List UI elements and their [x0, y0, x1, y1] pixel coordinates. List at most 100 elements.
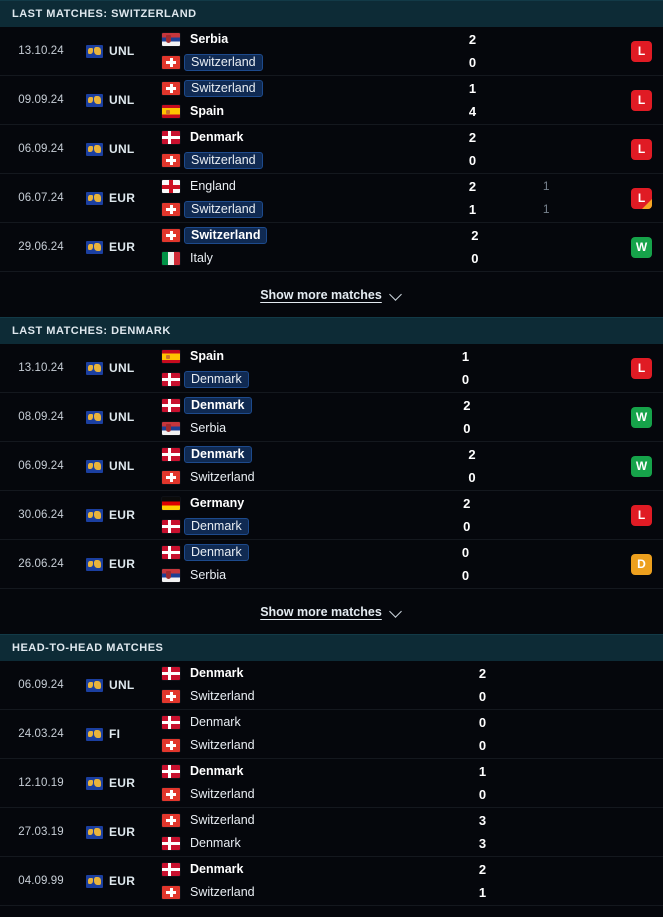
- competition[interactable]: EUR: [82, 508, 158, 522]
- flag-icon-denmark: [162, 373, 180, 386]
- team-name[interactable]: Denmark: [184, 544, 249, 561]
- team-name[interactable]: England: [184, 178, 243, 195]
- penalty-score-away: [543, 152, 583, 169]
- score-column: 20: [468, 446, 512, 486]
- teams: Denmark Switzerland: [158, 861, 321, 901]
- teams: Germany Denmark: [158, 495, 305, 535]
- match-row[interactable]: 08.09.24 UNL Denmark Serbia 2 0 W: [0, 393, 663, 442]
- flag-icon-switzerland: [162, 229, 180, 242]
- team-line-away: Switzerland: [162, 54, 311, 71]
- chevron-down-icon: [390, 605, 403, 618]
- match-row[interactable]: 30.06.24 EUR Germany Denmark 2 0 L: [0, 491, 663, 540]
- match-row[interactable]: 06.09.24 UNL Denmark Switzerland 2 0: [0, 661, 663, 710]
- flag-icon-denmark: [162, 667, 180, 680]
- result-column: W: [582, 455, 663, 477]
- competition[interactable]: UNL: [82, 459, 158, 473]
- competition[interactable]: UNL: [82, 142, 158, 156]
- match-row[interactable]: 13.10.24 UNL Spain Denmark 1 0 L: [0, 344, 663, 393]
- match-row[interactable]: 06.07.24 EUR England Switzerland 2 1 1 1 L: [0, 174, 663, 223]
- teams: Switzerland Denmark: [158, 812, 321, 852]
- competition[interactable]: UNL: [82, 410, 158, 424]
- teams: Switzerland Spain: [158, 80, 311, 120]
- team-name[interactable]: Switzerland: [184, 54, 263, 71]
- team-name[interactable]: Serbia: [184, 567, 233, 584]
- team-name[interactable]: Switzerland: [184, 812, 262, 829]
- result-badge: L: [631, 138, 652, 160]
- match-date: 26.06.24: [18, 558, 64, 570]
- match-row[interactable]: 06.09.24 UNL Denmark Switzerland 2 0 W: [0, 442, 663, 491]
- team-name[interactable]: Denmark: [184, 835, 248, 852]
- competition[interactable]: EUR: [82, 557, 158, 571]
- competition[interactable]: UNL: [82, 361, 158, 375]
- competition[interactable]: UNL: [82, 678, 158, 692]
- team-name[interactable]: Germany: [184, 495, 251, 512]
- team-name[interactable]: Switzerland: [184, 884, 262, 901]
- competition[interactable]: FI: [82, 727, 158, 741]
- competition[interactable]: UNL: [82, 93, 158, 107]
- match-row[interactable]: 12.10.19 EUR Denmark Switzerland 1 0: [0, 759, 663, 808]
- team-name[interactable]: Switzerland: [184, 469, 262, 486]
- team-name[interactable]: Spain: [184, 103, 231, 120]
- match-history-panel: LAST MATCHES: SWITZERLAND 13.10.24 UNL Serb…: [0, 0, 663, 917]
- show-more-matches-button[interactable]: Show more matches: [0, 272, 663, 317]
- team-line-home: Spain: [162, 348, 304, 365]
- team-name[interactable]: Denmark: [184, 371, 249, 388]
- competition[interactable]: EUR: [82, 874, 158, 888]
- team-name[interactable]: Denmark: [184, 397, 252, 414]
- match-list-head-to-head-matches: 06.09.24 UNL Denmark Switzerland 2 0 24.03.24 F…: [0, 661, 663, 906]
- competition[interactable]: UNL: [82, 44, 158, 58]
- team-name[interactable]: Switzerland: [184, 80, 263, 97]
- show-more-matches-button[interactable]: Show more matches: [0, 589, 663, 634]
- score-home: 2: [463, 496, 471, 511]
- flag-icon-denmark: [162, 716, 180, 729]
- match-row[interactable]: 27.03.19 EUR Switzerland Denmark 3 3: [0, 808, 663, 857]
- match-row[interactable]: 04.09.99 EUR Denmark Switzerland 2 1: [0, 857, 663, 906]
- team-line-home: Switzerland: [162, 812, 321, 829]
- competition-emblem-icon: [86, 44, 103, 58]
- team-name[interactable]: Denmark: [184, 714, 248, 731]
- penalty-score-home: [536, 544, 576, 561]
- competition[interactable]: EUR: [82, 825, 158, 839]
- penalty-score-home: [542, 446, 582, 463]
- team-name[interactable]: Switzerland: [184, 201, 263, 218]
- match-row[interactable]: 29.06.24 EUR Switzerland Italy 2 0 W: [0, 223, 663, 272]
- match-row[interactable]: 13.10.24 UNL Serbia Switzerland 2 0 L: [0, 27, 663, 76]
- team-name[interactable]: Switzerland: [184, 737, 262, 754]
- team-name[interactable]: Serbia: [184, 420, 233, 437]
- score-away: 3: [478, 836, 487, 851]
- match-row[interactable]: 09.09.24 UNL Switzerland Spain 1 4 L: [0, 76, 663, 125]
- team-name[interactable]: Denmark: [184, 518, 249, 535]
- team-name[interactable]: Spain: [184, 348, 231, 365]
- team-name[interactable]: Italy: [184, 250, 220, 267]
- team-name[interactable]: Denmark: [184, 665, 251, 682]
- result-column: L: [583, 40, 663, 62]
- match-row[interactable]: 24.03.24 FI Denmark Switzerland 0 0: [0, 710, 663, 759]
- penalty-score-home: 1: [542, 179, 550, 193]
- team-line-home: Denmark: [162, 763, 321, 780]
- team-name[interactable]: Serbia: [184, 31, 235, 48]
- flag-icon-switzerland: [162, 56, 180, 69]
- teams: Serbia Switzerland: [158, 31, 311, 71]
- result-column: W: [585, 236, 663, 258]
- teams: Denmark Switzerland: [158, 129, 311, 169]
- competition-emblem-icon: [86, 191, 103, 205]
- team-line-home: Denmark: [162, 397, 305, 414]
- team-name[interactable]: Switzerland: [184, 227, 268, 244]
- section-title: LAST MATCHES: DENMARK: [12, 325, 171, 337]
- competition[interactable]: EUR: [82, 776, 158, 790]
- team-name[interactable]: Denmark: [184, 446, 252, 463]
- team-name[interactable]: Denmark: [184, 129, 251, 146]
- match-row[interactable]: 26.06.24 EUR Denmark Serbia 0 0 D: [0, 540, 663, 589]
- team-line-away: Denmark: [162, 835, 321, 852]
- result-column: L: [583, 89, 663, 111]
- team-name[interactable]: Switzerland: [184, 786, 262, 803]
- team-name[interactable]: Denmark: [184, 763, 251, 780]
- team-name[interactable]: Denmark: [184, 861, 251, 878]
- result-badge: D: [631, 553, 652, 575]
- competition-label: EUR: [109, 776, 136, 790]
- competition[interactable]: EUR: [82, 191, 158, 205]
- team-name[interactable]: Switzerland: [184, 688, 262, 705]
- competition[interactable]: EUR: [82, 240, 158, 254]
- team-name[interactable]: Switzerland: [184, 152, 263, 169]
- match-row[interactable]: 06.09.24 UNL Denmark Switzerland 2 0 L: [0, 125, 663, 174]
